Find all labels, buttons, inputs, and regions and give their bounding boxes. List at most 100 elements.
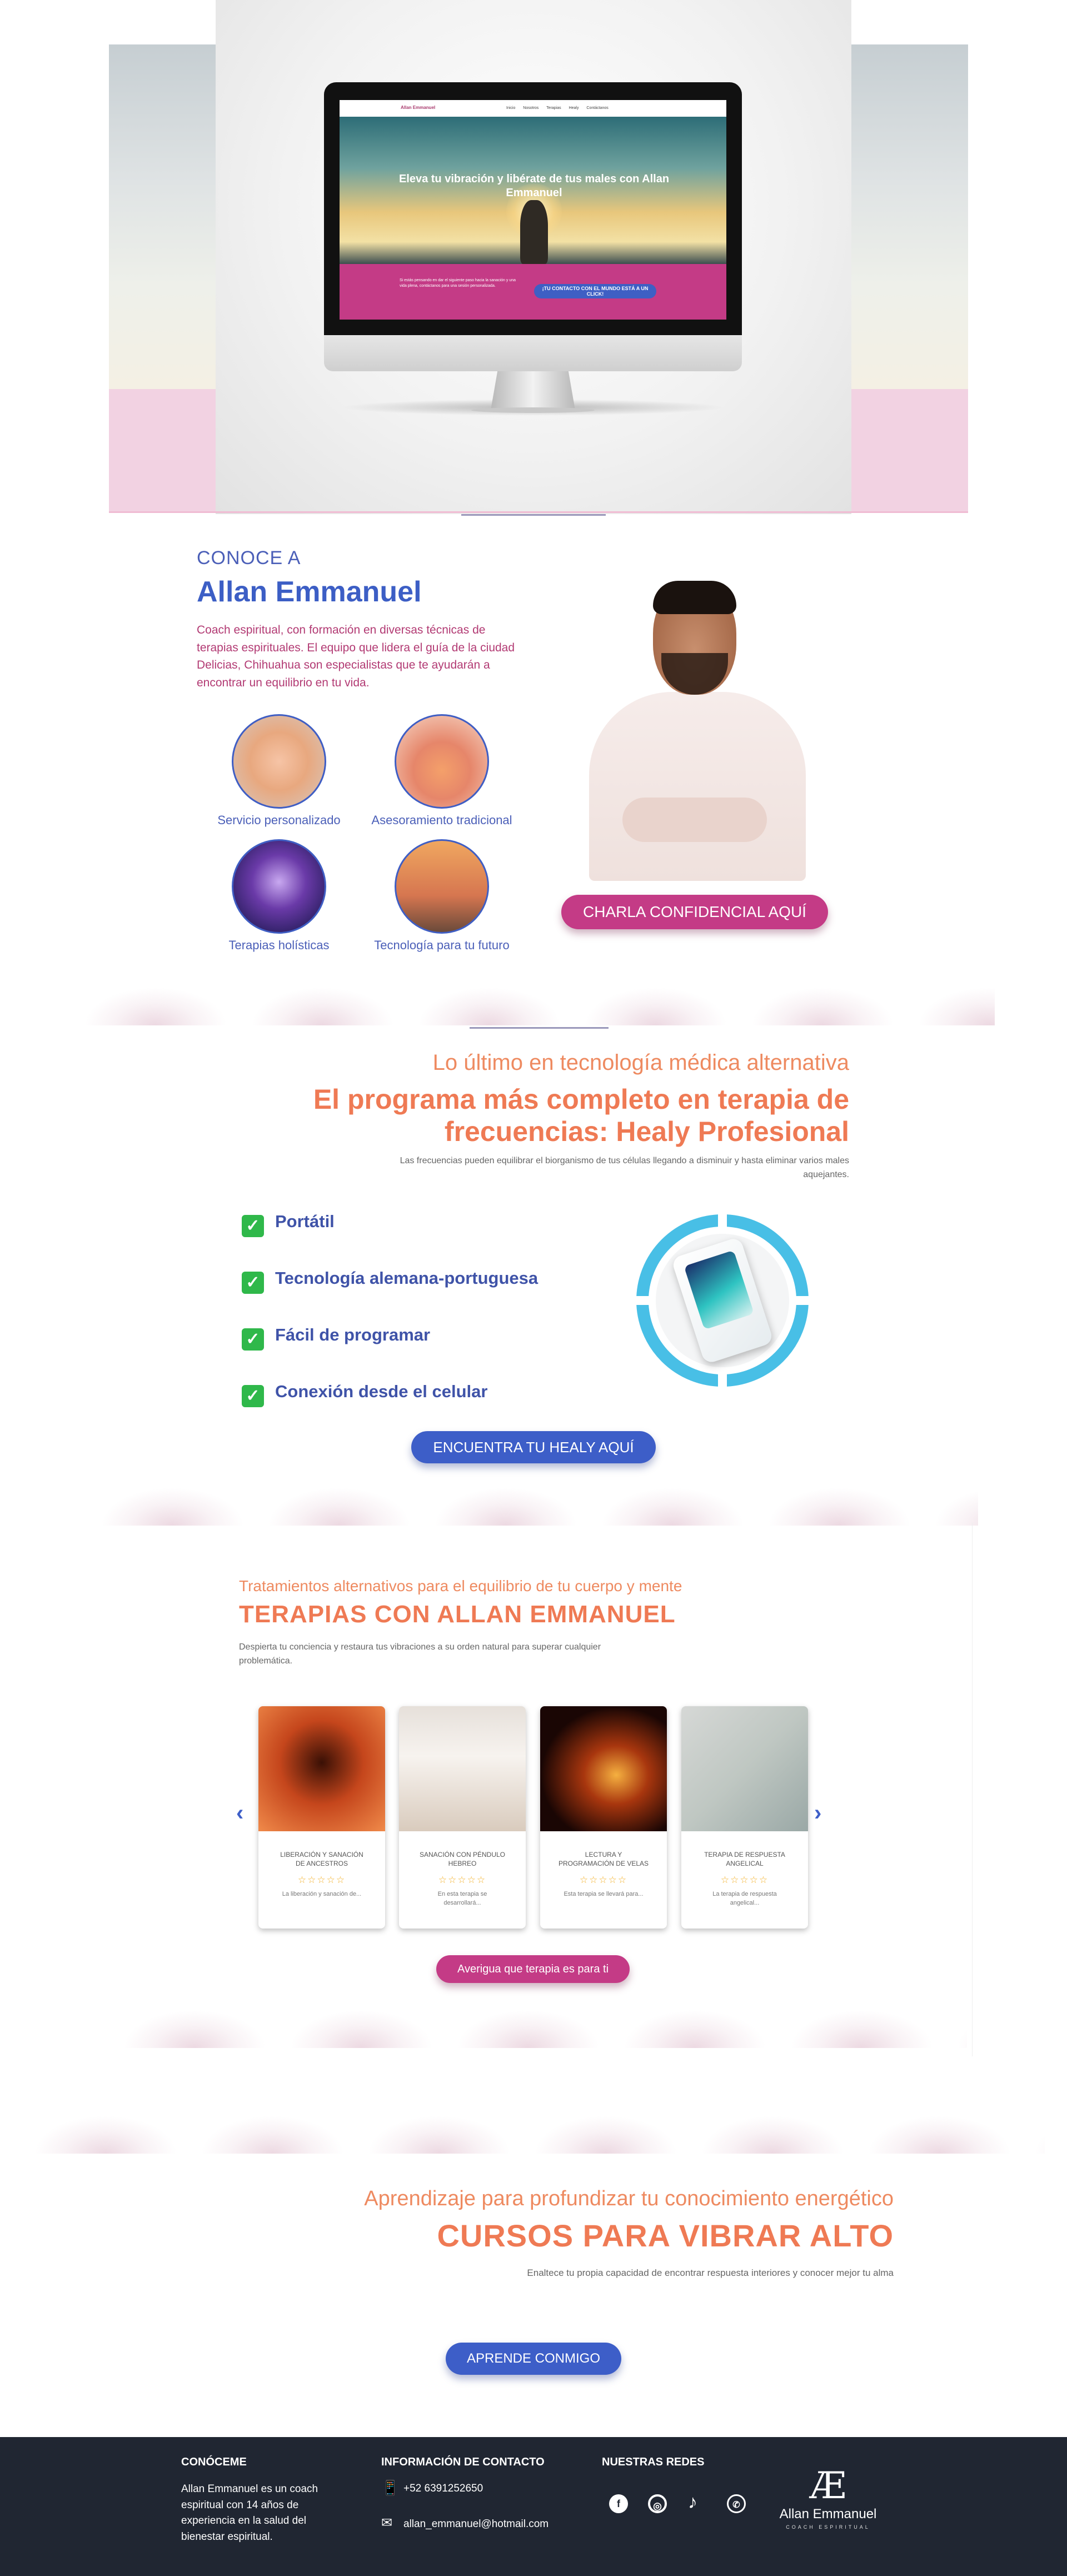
healy-title-line: El programa más completo en terapia de	[313, 1084, 849, 1115]
healy-title: El programa más completo en terapia de f…	[195, 1084, 849, 1148]
mock-nav-link[interactable]: Healy	[569, 106, 579, 110]
find-therapy-button[interactable]: Averigua que terapia es para ti	[436, 1955, 630, 1983]
learn-with-me-button[interactable]: APRENDE CONMIGO	[446, 2343, 621, 2375]
rating-stars: ☆☆☆☆☆	[438, 1875, 487, 1886]
tree-image	[258, 1706, 385, 1831]
allan-portrait	[584, 581, 806, 881]
healy-feature: Tecnología alemana-portuguesa	[275, 1268, 539, 1288]
footer-email[interactable]: allan_emmanuel@hotmail.com	[403, 2518, 549, 2530]
footer: CONÓCEME Allan Emmanuel es un coach espi…	[0, 2437, 1067, 2576]
therapy-card-desc: La liberación y sanación de...	[282, 1891, 362, 1898]
mock-hero-photo: Eleva tu vibración y libérate de tus mal…	[340, 117, 726, 264]
therapy-card-desc: Esta terapia se llevará para...	[564, 1891, 644, 1898]
footer-social-heading: NUESTRAS REDES	[602, 2456, 705, 2468]
therapy-card-title: LECTURA Y PROGRAMACIÓN DE VELAS	[558, 1851, 649, 1868]
hero-pink-block-left	[109, 389, 216, 512]
portrait-hair	[653, 581, 736, 614]
healy-eyebrow: Lo último en tecnología médica alternati…	[432, 1050, 849, 1075]
therapy-card-title: LIBERACIÓN Y SANACIÓN DE ANCESTROS	[280, 1851, 363, 1868]
email-icon: ✉	[381, 2515, 393, 2530]
about-text: Coach espiritual, con formación en diver…	[197, 624, 515, 689]
imac-screen: Allan Emmanuel Inicio Nosotros Terapias …	[340, 100, 726, 320]
therapy-card[interactable]: LECTURA Y PROGRAMACIÓN DE VELAS ☆☆☆☆☆ Es…	[540, 1706, 667, 1929]
mock-pink-banner: Si estás pensando en dar el siguiente pa…	[340, 264, 726, 320]
therapy-card[interactable]: SANACIÓN CON PÉNDULO HEBREO ☆☆☆☆☆ En est…	[399, 1706, 526, 1929]
courses-title: CURSOS PARA VIBRAR ALTO	[437, 2218, 894, 2253]
portrait-crossed-arms	[622, 798, 767, 842]
imac-stand	[491, 371, 575, 410]
healy-feature: Fácil de programar	[275, 1325, 431, 1344]
checkbox-icon: ✓	[242, 1328, 264, 1351]
whatsapp-icon[interactable]: ✆	[727, 2494, 746, 2513]
pendulum-image	[399, 1706, 526, 1831]
feature-traditional: Asesoramiento tradicional	[358, 714, 525, 828]
footer-contact-heading: INFORMACIÓN DE CONTACTO	[381, 2456, 545, 2468]
therapies-title: TERAPIAS CON ALLAN EMMANUEL	[239, 1601, 676, 1628]
therapies-eyebrow: Tratamientos alternativos para el equili…	[239, 1577, 682, 1595]
candles-image	[540, 1706, 667, 1831]
section-divider	[461, 514, 606, 516]
feature-label: Asesoramiento tradicional	[371, 813, 512, 827]
hero-pink-block-right	[851, 389, 968, 512]
instagram-icon[interactable]: ◎	[648, 2494, 667, 2513]
therapy-card[interactable]: LIBERACIÓN Y SANACIÓN DE ANCESTROS ☆☆☆☆☆…	[258, 1706, 385, 1929]
portrait-shirt	[589, 692, 806, 881]
footer-logo: Æ Allan Emmanuel COACH ESPIRITUAL	[778, 2468, 878, 2530]
chevron-left-icon[interactable]: ‹	[236, 1801, 243, 1826]
about-title: Allan Emmanuel	[197, 576, 422, 608]
ae-monogram-icon: Æ	[809, 2464, 847, 2507]
mock-nav-link[interactable]: Contáctanos	[586, 106, 608, 110]
healy-feature: Portátil	[275, 1212, 335, 1231]
mock-nav-link[interactable]: Inicio	[506, 106, 515, 110]
therapy-card-title: TERAPIA DE RESPUESTA ANGELICAL	[704, 1851, 785, 1868]
therapy-card[interactable]: TERAPIA DE RESPUESTA ANGELICAL ☆☆☆☆☆ La …	[681, 1706, 808, 1929]
courses-eyebrow: Aprendizaje para profundizar tu conocimi…	[364, 2187, 894, 2210]
healy-device-screen	[684, 1250, 755, 1330]
therapy-card-title: SANACIÓN CON PÉNDULO HEBREO	[419, 1851, 506, 1868]
chakra-body-image	[232, 839, 326, 934]
footer-about-text: Allan Emmanuel es un coach espiritual co…	[181, 2483, 318, 2543]
healy-feature: Conexión desde el celular	[275, 1382, 488, 1401]
mock-logo: Allan Emmanuel	[401, 105, 436, 110]
facebook-icon[interactable]: f	[609, 2494, 628, 2513]
healy-title-line: frecuencias: Healy Profesional	[444, 1115, 849, 1147]
rating-stars: ☆☆☆☆☆	[720, 1875, 769, 1886]
checkbox-icon: ✓	[242, 1272, 264, 1294]
tiktok-icon[interactable]: ♪	[688, 2492, 697, 2513]
feature-label: Tecnología para tu futuro	[374, 938, 510, 952]
hero-divider	[109, 511, 968, 513]
mandala-decoration	[72, 981, 995, 1025]
footer-phone[interactable]: +52 6391252650	[403, 2483, 483, 2495]
mandala-decoration	[111, 2004, 967, 2048]
therapies-subtitle: Despierta tu conciencia y restaura tus v…	[239, 1642, 601, 1666]
feature-holistic: Terapias holísticas	[196, 839, 362, 953]
feature-label: Servicio personalizado	[217, 813, 341, 827]
checkbox-icon: ✓	[242, 1215, 264, 1237]
mandala-decoration	[22, 2109, 1045, 2154]
find-healy-button[interactable]: ENCUENTRA TU HEALY AQUÍ	[411, 1431, 656, 1463]
footer-logo-name: Allan Emmanuel	[779, 2507, 877, 2522]
healy-device-image	[634, 1212, 811, 1395]
chevron-right-icon[interactable]: ›	[814, 1801, 821, 1826]
healy-subtitle: Las frecuencias pueden equilibrar el bio…	[400, 1156, 849, 1179]
hero-side-image-left	[109, 44, 216, 389]
mock-nav-link[interactable]: Nosotros	[523, 106, 539, 110]
hero-side-image-right	[851, 44, 968, 389]
rating-stars: ☆☆☆☆☆	[297, 1875, 346, 1886]
section-divider	[470, 1027, 609, 1029]
confidential-chat-button[interactable]: CHARLA CONFIDENCIAL AQUÍ	[561, 895, 828, 929]
about-eyebrow: CONOCE A	[197, 547, 301, 569]
therapy-card-desc: La terapia de respuesta angelical...	[712, 1891, 777, 1906]
footer-about-heading: CONÓCEME	[181, 2456, 247, 2468]
mock-nav-links: Inicio Nosotros Terapias Healy Contáctan…	[506, 106, 609, 110]
mandala-decoration	[89, 1481, 978, 1526]
mock-banner-text: Si estás pensando en dar el siguiente pa…	[400, 278, 516, 288]
phone-icon: 📱	[381, 2479, 400, 2496]
feature-label: Terapias holísticas	[228, 938, 330, 952]
mock-contact-button[interactable]: ¡TU CONTACTO CON EL MUNDO ESTÁ A UN CLIC…	[534, 284, 656, 298]
imac-mockup: Allan Emmanuel Inicio Nosotros Terapias …	[324, 82, 742, 416]
mock-nav-link[interactable]: Terapias	[546, 106, 561, 110]
hands-image	[232, 714, 326, 809]
rating-stars: ☆☆☆☆☆	[579, 1875, 628, 1886]
imac-chin	[324, 335, 742, 371]
